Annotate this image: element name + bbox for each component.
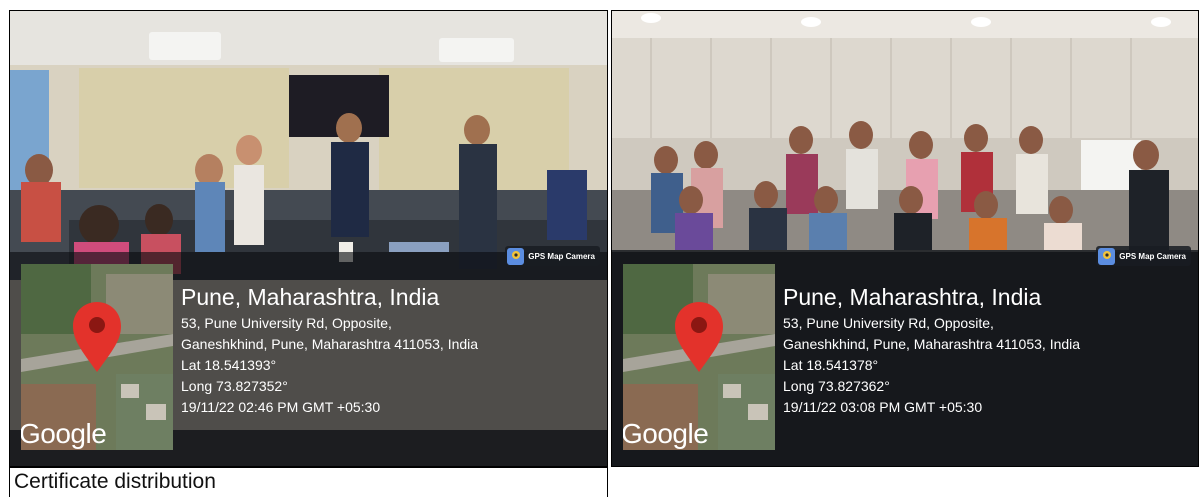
photo-caption: Certificate distribution [9,467,608,497]
left-photo-frame [9,10,608,467]
right-photo-frame [611,10,1199,467]
